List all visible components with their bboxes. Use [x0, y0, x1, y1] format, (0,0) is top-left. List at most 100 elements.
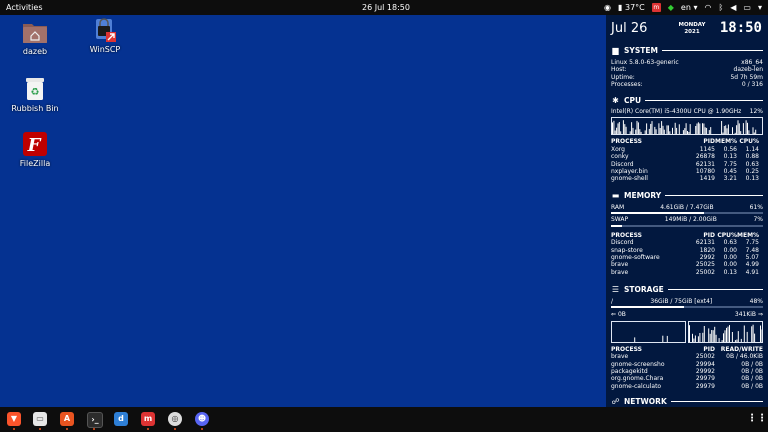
volume-icon[interactable]: ◀ — [730, 0, 736, 15]
desktop-icon-rubbish-bin[interactable]: ♻ Rubbish Bin — [5, 76, 65, 113]
battery-icon[interactable]: ▭ — [743, 0, 751, 15]
activity-spike — [616, 128, 618, 135]
running-indicator — [174, 428, 176, 430]
activity-spike — [697, 336, 699, 342]
disk-write-graph-svg — [689, 324, 762, 342]
disk-write-graph — [688, 320, 763, 343]
section-header: ✱ CPU — [611, 95, 763, 105]
settings-icon[interactable]: ◎ — [168, 412, 182, 426]
activity-spike — [658, 123, 660, 135]
system-section: ▆ SYSTEM Linux 5.8.0-63-generic x86_64 Ho… — [611, 45, 763, 89]
storage-icon: ☰ — [611, 284, 620, 294]
activity-spike — [734, 339, 736, 342]
activity-spike — [669, 131, 671, 135]
terminal-icon[interactable]: ›_ — [87, 412, 103, 428]
activity-spike — [666, 125, 668, 135]
power-menu-icon[interactable]: ▾ — [758, 0, 762, 15]
activity-spike — [629, 131, 631, 135]
activity-spike — [666, 335, 668, 342]
discord-icon[interactable]: ☻ — [195, 412, 209, 426]
dictionary-icon[interactable]: d — [114, 412, 128, 426]
cpu-section: ✱ CPU Intel(R) Core(TM) i5-4300U CPU @ 1… — [611, 95, 763, 183]
activity-spike — [676, 128, 678, 135]
bluetooth-icon[interactable]: ᛒ — [718, 0, 723, 15]
activity-spike — [699, 123, 701, 135]
app-indicator-icon[interactable]: m — [651, 3, 661, 12]
table-row: brave 25025 0.00 4.99 — [611, 261, 759, 269]
activity-spike — [617, 123, 619, 135]
activity-spike — [672, 128, 673, 135]
table-row: conky 26878 0.13 0.88 — [611, 153, 759, 161]
temperature-value: 37°C — [624, 3, 645, 12]
activity-spike — [613, 121, 615, 135]
activity-spike — [747, 123, 748, 135]
discord-tray-icon[interactable]: ◉ — [604, 0, 611, 15]
table-row: Discord 62131 7.75 0.63 — [611, 160, 759, 168]
activity-spike — [734, 133, 736, 135]
activity-spike — [748, 130, 750, 135]
running-indicator — [93, 428, 95, 430]
temperature-indicator[interactable]: ▮ 37°C — [618, 0, 645, 15]
activity-spike — [651, 121, 653, 135]
activity-spike — [637, 122, 639, 135]
table-row: gnome-calculato 29979 0B / 0B — [611, 382, 763, 390]
desktop-icon-filezilla[interactable]: F FileZilla — [5, 131, 65, 168]
svg-text:♻: ♻ — [31, 87, 40, 98]
activity-spike — [721, 339, 723, 342]
activity-spike — [659, 128, 661, 135]
activity-spike — [639, 129, 641, 135]
network-section: ☍ NETWORK — [611, 396, 763, 406]
memory-icon: ▬ — [611, 190, 620, 200]
activity-spike — [706, 128, 708, 135]
top-bar-clock[interactable]: 26 Jul 18:50 — [362, 0, 410, 15]
activity-spike — [732, 127, 733, 135]
activity-spike — [738, 123, 740, 135]
storage-section: ☰ STORAGE /36GiB / 75GiB [ext4] 48% ⇐ 0B … — [611, 284, 763, 390]
cpu-icon: ✱ — [612, 95, 619, 105]
activity-spike — [760, 325, 761, 342]
activity-spike — [737, 330, 739, 342]
running-indicator — [39, 428, 41, 430]
activity-spike — [736, 339, 738, 342]
activity-spike — [711, 329, 713, 342]
wifi-icon[interactable]: ◠ — [704, 0, 711, 15]
cpu-usage-graph — [611, 117, 763, 136]
table-row: Discord 62131 0.63 7.75 — [611, 239, 759, 247]
conky-time: 18:50 — [719, 20, 762, 36]
keyboard-layout-indicator[interactable]: en ▾ — [681, 0, 698, 15]
uptime-row: Uptime: 5d 7h 59m — [611, 73, 763, 81]
activity-spike — [634, 337, 636, 342]
activity-spike — [620, 131, 622, 135]
show-applications-icon[interactable]: ⋮⋮⋮ — [747, 412, 768, 426]
files-icon[interactable]: ▭ — [33, 412, 47, 426]
activity-spike — [614, 130, 616, 135]
activity-spike — [724, 330, 726, 342]
activity-spike — [624, 124, 626, 135]
activity-spike — [712, 329, 714, 342]
calculator-icon[interactable]: m — [141, 412, 155, 426]
app-store-icon[interactable]: A — [60, 412, 74, 426]
cpu-model-row: Intel(R) Core(TM) i5-4300U CPU @ 1.90GHz… — [611, 108, 763, 115]
section-header: ☍ NETWORK — [611, 396, 763, 406]
activity-spike — [697, 122, 699, 135]
table-row: brave 25002 0B / 46.0KiB — [611, 353, 763, 361]
brave-icon[interactable]: ▼ — [7, 412, 21, 426]
dock: ▼ ▭ A ›_ d m ◎ ☻ ⋮⋮⋮ — [0, 407, 768, 432]
activity-spike — [688, 132, 690, 135]
activities-button[interactable]: Activities — [6, 0, 43, 15]
desktop-icon-home[interactable]: dazeb — [5, 19, 65, 56]
root-fs-row: /36GiB / 75GiB [ext4] 48% — [611, 298, 763, 305]
desktop-icon-winscp[interactable]: WinSCP — [75, 17, 135, 54]
running-indicator — [13, 428, 15, 430]
shield-icon[interactable]: ◆ — [668, 0, 674, 15]
activity-spike — [655, 129, 657, 135]
activity-spike — [635, 129, 637, 135]
activity-spike — [654, 127, 656, 135]
activity-spike — [625, 127, 627, 135]
activity-spike — [694, 335, 696, 342]
table-row: gnome-software 2992 0.00 5.07 — [611, 253, 759, 261]
activity-spike — [646, 123, 648, 135]
activity-spike — [752, 324, 754, 342]
activity-spike — [689, 324, 690, 342]
activity-spike — [684, 128, 686, 135]
